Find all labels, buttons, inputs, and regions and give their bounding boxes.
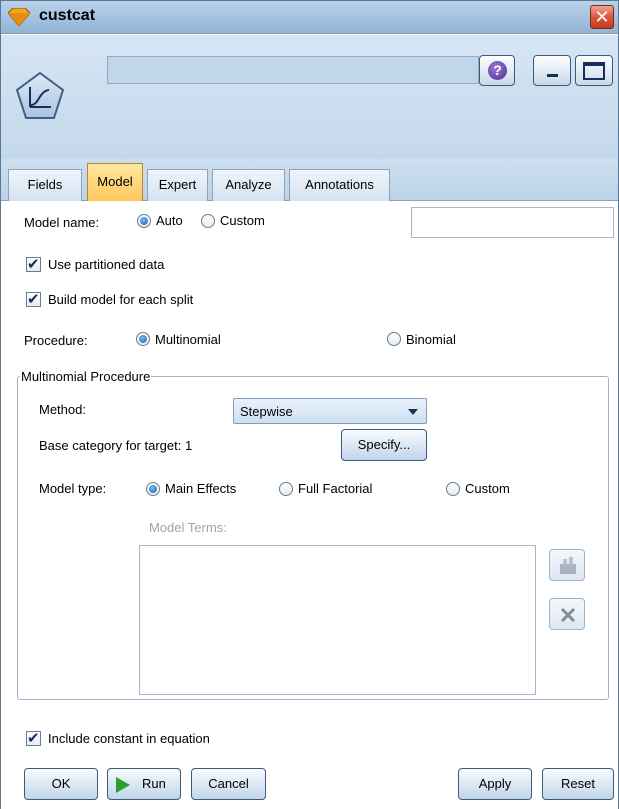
model-type-custom-label: Custom xyxy=(465,481,510,496)
run-label: Run xyxy=(142,776,166,791)
procedure-multinomial-radio[interactable] xyxy=(136,332,150,346)
method-value: Stepwise xyxy=(240,404,293,419)
model-type-full-factorial-radio[interactable] xyxy=(279,482,293,496)
apply-button[interactable]: Apply xyxy=(458,768,532,800)
chevron-down-icon xyxy=(408,409,418,415)
node-name-field[interactable] xyxy=(107,56,479,84)
minimize-button[interactable] xyxy=(533,55,571,86)
custom-model-name-input[interactable] xyxy=(411,207,614,238)
procedure-label: Procedure: xyxy=(24,333,88,348)
add-term-icon xyxy=(560,557,576,574)
tab-fields[interactable]: Fields xyxy=(8,169,82,201)
tab-annotations[interactable]: Annotations xyxy=(289,169,390,201)
tab-expert[interactable]: Expert xyxy=(147,169,208,201)
model-type-main-effects-radio[interactable] xyxy=(146,482,160,496)
title-bar[interactable]: custcat ✕ xyxy=(1,1,618,34)
reset-button[interactable]: Reset xyxy=(542,768,614,800)
tab-bar: Fields Model Expert Analyze Annotations xyxy=(1,159,618,201)
window-title: custcat xyxy=(39,7,96,24)
multinomial-procedure-legend: Multinomial Procedure xyxy=(21,369,151,384)
binomial-label: Binomial xyxy=(406,332,456,347)
close-button[interactable]: ✕ xyxy=(590,5,614,29)
custom-label: Custom xyxy=(220,213,265,228)
build-each-split-checkbox[interactable] xyxy=(26,290,41,308)
method-label: Method: xyxy=(39,402,86,417)
ok-button[interactable]: OK xyxy=(24,768,98,800)
maximize-icon xyxy=(583,62,605,80)
full-factorial-label: Full Factorial xyxy=(298,481,373,496)
model-name-label: Model name: xyxy=(24,215,100,230)
delete-term-button[interactable] xyxy=(549,598,585,630)
specify-button[interactable]: Specify... xyxy=(341,429,427,461)
main-effects-label: Main Effects xyxy=(165,481,237,496)
model-type-label: Model type: xyxy=(39,481,107,496)
model-terms-list[interactable] xyxy=(139,545,536,695)
model-terms-label: Model Terms: xyxy=(149,520,227,535)
auto-label: Auto xyxy=(156,213,183,228)
minimize-icon xyxy=(547,74,558,77)
node-diamond-icon xyxy=(8,8,30,26)
include-constant-label: Include constant in equation xyxy=(48,731,210,746)
model-type-custom-radio[interactable] xyxy=(446,482,460,496)
help-icon: ? xyxy=(488,61,507,80)
procedure-binomial-radio[interactable] xyxy=(387,332,401,346)
base-category-label: Base category for target: 1 xyxy=(39,438,193,453)
dialog-window: custcat ✕ ? Fields Model Expert Analyze … xyxy=(0,0,619,809)
help-button[interactable]: ? xyxy=(479,55,515,86)
use-partitioned-label: Use partitioned data xyxy=(48,257,165,272)
add-term-button[interactable] xyxy=(549,549,585,581)
tab-model[interactable]: Model xyxy=(87,163,143,201)
include-constant-checkbox[interactable] xyxy=(26,729,41,747)
delete-x-icon xyxy=(560,607,576,623)
model-name-auto-radio[interactable] xyxy=(137,214,151,228)
use-partitioned-checkbox[interactable] xyxy=(26,255,41,273)
maximize-button[interactable] xyxy=(575,55,613,86)
logistic-curve-icon xyxy=(15,71,65,119)
model-name-custom-radio[interactable] xyxy=(201,214,215,228)
tab-analyze[interactable]: Analyze xyxy=(212,169,285,201)
build-each-split-label: Build model for each split xyxy=(48,292,194,307)
node-header: ? xyxy=(1,35,618,159)
multinomial-label: Multinomial xyxy=(155,332,221,347)
method-dropdown[interactable]: Stepwise xyxy=(233,398,427,424)
run-button[interactable]: Run xyxy=(107,768,181,800)
cancel-button[interactable]: Cancel xyxy=(191,768,266,800)
run-icon xyxy=(116,777,130,793)
